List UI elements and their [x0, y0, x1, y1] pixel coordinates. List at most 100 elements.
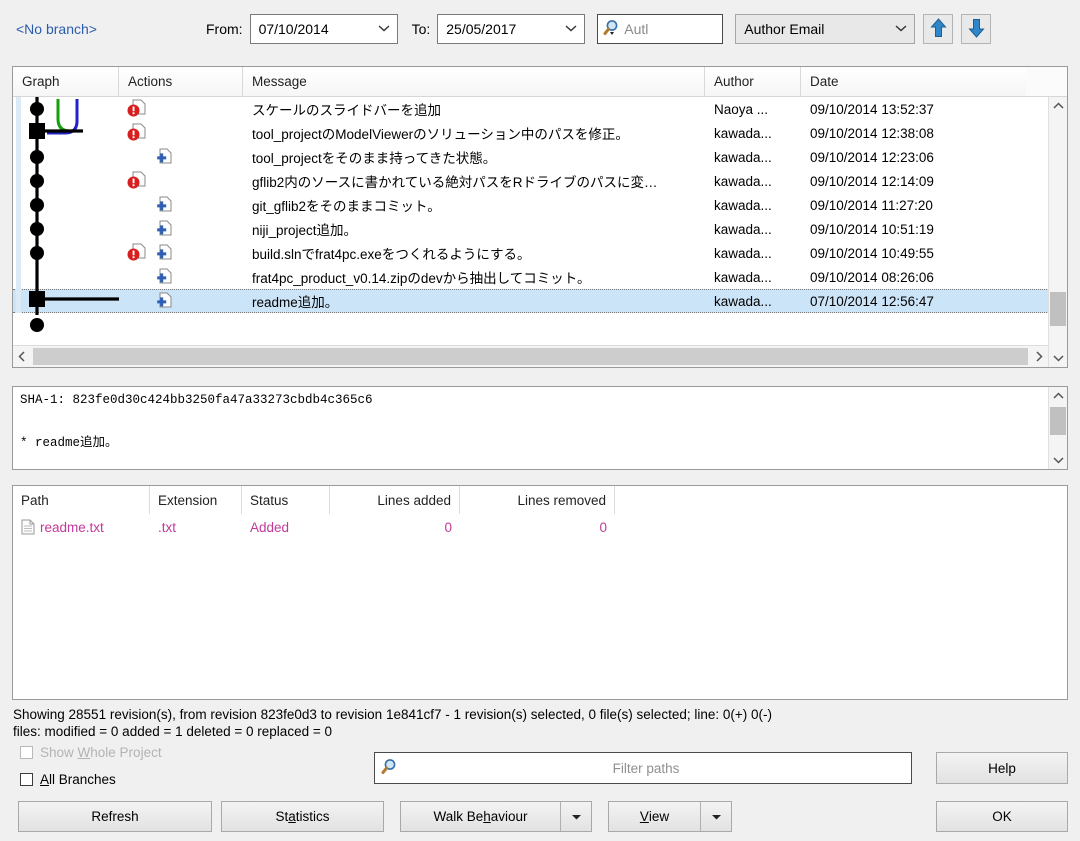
search-previous-button[interactable]: [923, 14, 954, 44]
table-row[interactable]: tool_projectをそのまま持ってきた状態。 kawada... 09/1…: [13, 145, 1067, 169]
to-label: To:: [411, 21, 431, 37]
file-path-text: readme.txt: [40, 519, 104, 535]
row-author: kawada...: [714, 149, 772, 165]
commit-list-vertical-scrollbar[interactable]: [1048, 97, 1067, 367]
ok-button[interactable]: OK: [936, 801, 1068, 832]
search-next-button[interactable]: [961, 14, 992, 44]
column-header-actions[interactable]: Actions: [119, 67, 243, 96]
scroll-down-icon[interactable]: [1049, 349, 1067, 367]
column-header-status[interactable]: Status: [242, 486, 330, 514]
commit-list-panel: Graph Actions Message Author Date スケールのス…: [12, 66, 1068, 368]
scroll-thumb[interactable]: [1050, 292, 1066, 326]
show-whole-project-checkbox[interactable]: Show Whole Project: [20, 745, 162, 760]
row-actions-cell: [119, 265, 243, 289]
refresh-button[interactable]: Refresh: [18, 801, 212, 832]
table-row[interactable]: frat4pc_product_v0.14.zipのdevから抽出してコミット。…: [13, 265, 1067, 289]
row-message: スケールのスライドバーを追加: [252, 103, 441, 118]
file-lines-added-cell: 0: [444, 519, 452, 535]
row-author: kawada...: [714, 269, 772, 285]
search-input[interactable]: Autl: [597, 14, 724, 44]
git-log-window: <No branch> From: 07/10/2014 To: 25/05/2…: [0, 0, 1080, 841]
row-graph-cell: [13, 169, 119, 193]
row-graph-cell: [13, 97, 119, 121]
column-header-message[interactable]: Message: [243, 67, 705, 96]
file-path-cell: readme.txt: [13, 514, 150, 540]
scroll-left-icon[interactable]: [13, 346, 31, 367]
scroll-right-icon[interactable]: [1030, 346, 1048, 367]
statistics-button[interactable]: St a tistics: [221, 801, 384, 832]
walk-behaviour-button[interactable]: Walk Be h aviour: [400, 801, 592, 832]
chevron-down-icon[interactable]: [561, 813, 591, 821]
filter-paths-input[interactable]: Filter paths: [374, 752, 912, 784]
column-header-extension[interactable]: Extension: [150, 486, 242, 514]
row-actions-cell: [119, 121, 243, 145]
branch-label[interactable]: <No branch>: [16, 21, 206, 37]
commit-list-horizontal-scrollbar[interactable]: [13, 345, 1048, 367]
added-file-icon: [153, 219, 173, 239]
detail-vertical-scrollbar[interactable]: [1048, 387, 1067, 469]
file-row[interactable]: readme.txt .txt Added 0 0: [13, 514, 1067, 540]
added-file-icon: [153, 243, 173, 263]
search-field-value: Author Email: [744, 21, 825, 37]
table-row[interactable]: build.slnでfrat4pc.exeをつくれるようにする。 kawada.…: [13, 241, 1067, 265]
file-extension-cell: .txt: [158, 519, 177, 535]
scroll-up-icon[interactable]: [1049, 387, 1067, 405]
row-message: tool_projectをそのまま持ってきた状態。: [252, 151, 497, 166]
row-date: 09/10/2014 12:23:06: [810, 149, 934, 165]
scroll-up-icon[interactable]: [1049, 97, 1067, 115]
row-message: build.slnでfrat4pc.exeをつくれるようにする。: [252, 247, 531, 262]
column-header-date[interactable]: Date: [801, 67, 1026, 96]
column-header-lines-removed[interactable]: Lines removed: [460, 486, 615, 514]
row-actions-cell: [119, 241, 243, 265]
scroll-down-icon[interactable]: [1049, 451, 1067, 469]
checkbox-box[interactable]: [20, 773, 33, 786]
chevron-down-icon: [558, 23, 584, 35]
row-graph-cell: [13, 265, 119, 289]
column-header-graph[interactable]: Graph: [13, 67, 119, 96]
arrow-up-icon: [930, 17, 947, 41]
column-header-lines-added[interactable]: Lines added: [330, 486, 460, 514]
all-branches-checkbox[interactable]: All Branches: [20, 772, 116, 787]
detail-sha-line: SHA-1: 823fe0d30c424bb3250fa47a33273cbdb…: [20, 393, 373, 407]
table-row[interactable]: tool_projectのModelViewerのソリューション中のパスを修正。…: [13, 121, 1067, 145]
search-field-select[interactable]: Author Email: [735, 14, 916, 44]
view-label: View: [639, 809, 670, 824]
from-date-combo[interactable]: 07/10/2014: [249, 14, 398, 44]
row-date: 09/10/2014 12:38:08: [810, 125, 934, 141]
table-row[interactable]: スケールのスライドバーを追加 Naoya ... 09/10/2014 13:5…: [13, 97, 1067, 121]
row-graph-cell: [13, 121, 119, 145]
row-graph-cell: [13, 289, 119, 313]
chevron-down-icon: [371, 23, 397, 35]
row-author: kawada...: [714, 245, 772, 261]
row-date: 09/10/2014 10:51:19: [810, 221, 934, 237]
table-row[interactable]: git_gflib2をそのままコミット。 kawada... 09/10/201…: [13, 193, 1067, 217]
scroll-thumb[interactable]: [33, 348, 1028, 365]
table-row[interactable]: niji_project追加。 kawada... 09/10/2014 10:…: [13, 217, 1067, 241]
to-date-value: 25/05/2017: [446, 21, 517, 37]
to-date-combo[interactable]: 25/05/2017: [437, 14, 586, 44]
row-date: 09/10/2014 13:52:37: [810, 101, 934, 117]
column-header-path[interactable]: Path: [13, 486, 150, 514]
arrow-down-icon: [968, 18, 985, 41]
column-header-author[interactable]: Author: [705, 67, 801, 96]
row-author: kawada...: [714, 221, 772, 237]
row-message: niji_project追加。: [252, 223, 358, 238]
row-author: kawada...: [714, 197, 772, 213]
table-row[interactable]: gflib2内のソースに書かれている絶対パスをRドライブのパスに変… kawad…: [13, 169, 1067, 193]
from-date-value: 07/10/2014: [258, 21, 329, 37]
help-button[interactable]: Help: [936, 752, 1068, 784]
row-actions-cell: [119, 217, 243, 241]
row-actions-cell: [119, 169, 243, 193]
row-graph-cell: [13, 145, 119, 169]
row-date: 09/10/2014 08:26:06: [810, 269, 934, 285]
chevron-down-icon[interactable]: [701, 813, 731, 821]
checkbox-box[interactable]: [20, 746, 33, 759]
modified-file-icon: [127, 243, 147, 263]
row-message: readme追加。: [252, 295, 339, 310]
status-line-1: Showing 28551 revision(s), from revision…: [13, 707, 772, 722]
view-button[interactable]: View: [608, 801, 732, 832]
scroll-thumb[interactable]: [1050, 407, 1066, 435]
commit-detail-panel[interactable]: SHA-1: 823fe0d30c424bb3250fa47a33273cbdb…: [12, 386, 1068, 470]
row-date: 09/10/2014 11:27:20: [810, 197, 933, 213]
table-row-selected[interactable]: readme追加。 kawada... 07/10/2014 12:56:47: [13, 289, 1067, 313]
